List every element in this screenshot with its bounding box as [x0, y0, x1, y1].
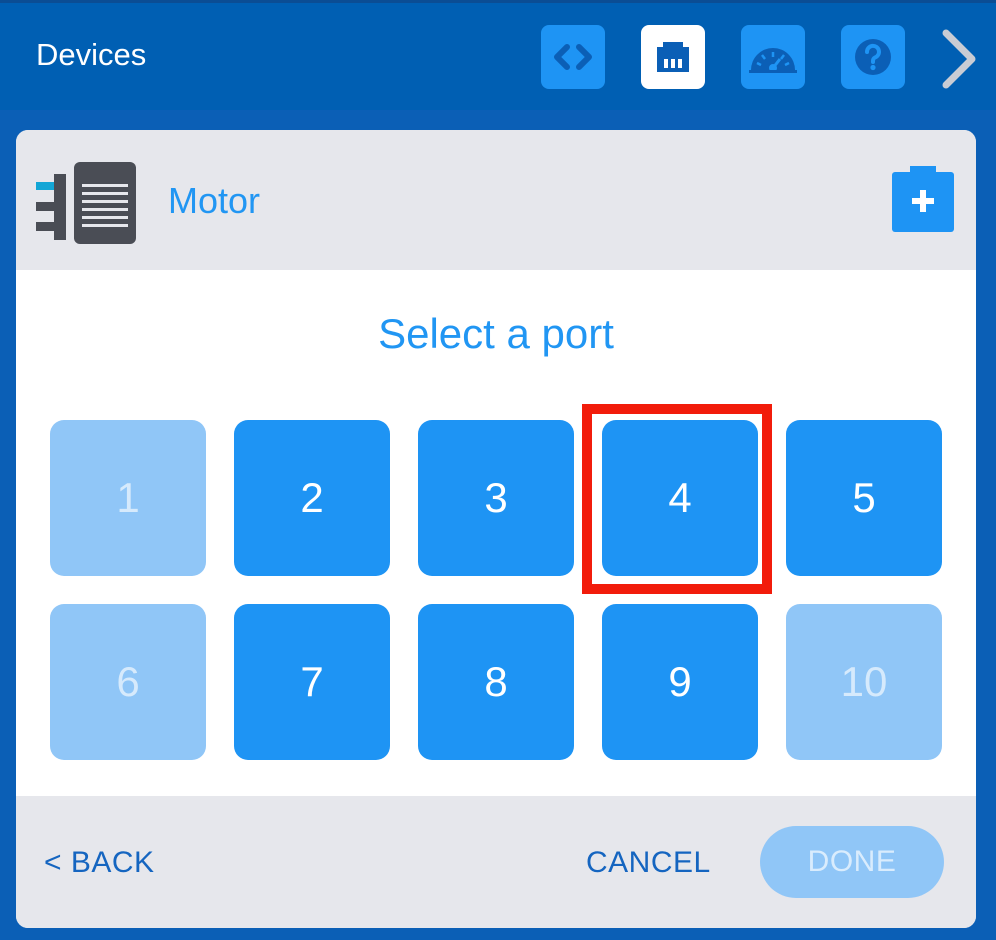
port-2-button[interactable]: 2 [234, 420, 390, 576]
help-icon [855, 39, 891, 75]
port-icon [657, 42, 689, 72]
code-icon [554, 44, 592, 70]
devices-button[interactable] [641, 25, 705, 89]
cancel-button[interactable]: CANCEL [586, 846, 711, 880]
add-battery-icon[interactable] [890, 164, 956, 234]
device-header: Motor [16, 130, 976, 270]
port-7-button[interactable]: 7 [234, 604, 390, 760]
port-4-button[interactable]: 4 [602, 420, 758, 576]
port-10-button[interactable]: 10 [786, 604, 942, 760]
done-button[interactable]: DONE [760, 826, 944, 898]
devices-screen: Devices Motor Select a port 1 2 3 4 5 6 … [0, 0, 996, 940]
code-button[interactable] [541, 25, 605, 89]
port-9-button[interactable]: 9 [602, 604, 758, 760]
select-port-prompt: Select a port [378, 310, 614, 357]
help-button[interactable] [841, 25, 905, 89]
port-selection-panel: Motor Select a port 1 2 3 4 5 6 7 8 9 10… [16, 130, 976, 928]
port-8-button[interactable]: 8 [418, 604, 574, 760]
port-5-button[interactable]: 5 [786, 420, 942, 576]
page-title: Devices [36, 37, 147, 72]
chevron-right-icon[interactable] [936, 25, 980, 93]
top-bar: Devices [0, 0, 996, 110]
back-button[interactable]: < BACK [44, 846, 155, 880]
motor-icon [36, 162, 136, 244]
device-name: Motor [168, 180, 261, 221]
port-6-button[interactable]: 6 [50, 604, 206, 760]
port-grid: 1 2 3 4 5 6 7 8 9 10 [50, 420, 942, 760]
dashboard-icon [749, 48, 797, 73]
dashboard-button[interactable] [741, 25, 805, 89]
dialog-footer: < BACK CANCEL DONE [16, 796, 976, 928]
port-3-button[interactable]: 3 [418, 420, 574, 576]
port-1-button[interactable]: 1 [50, 420, 206, 576]
